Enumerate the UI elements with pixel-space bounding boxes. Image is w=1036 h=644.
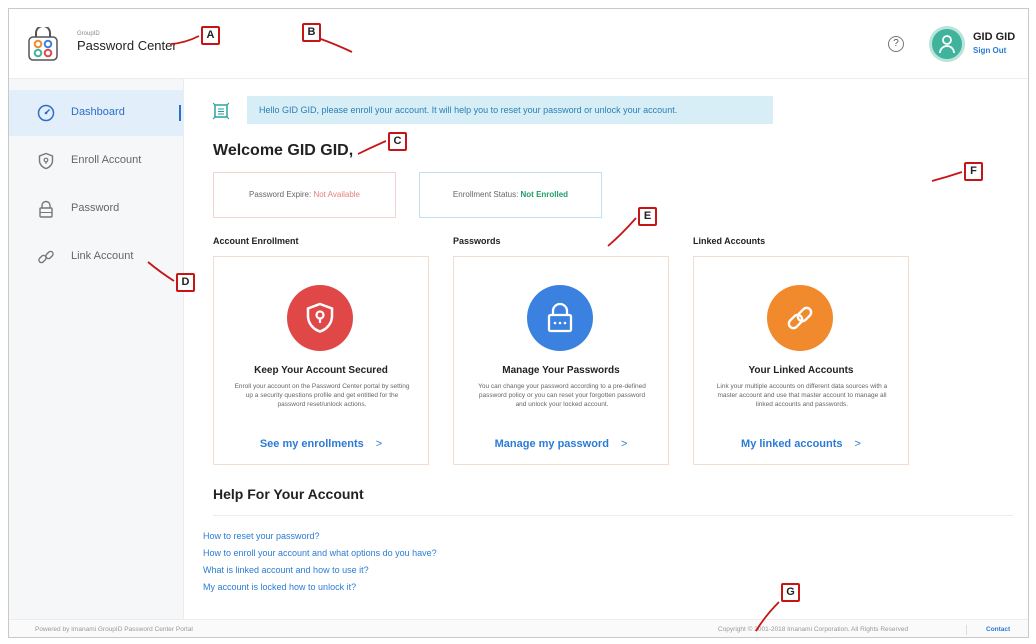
- callout-e: E: [638, 207, 657, 226]
- callout-d: D: [176, 273, 195, 292]
- callout-a: A: [201, 26, 220, 45]
- callout-c: C: [388, 132, 407, 151]
- callout-g: G: [781, 583, 800, 602]
- callout-leader-lines: [147, 35, 963, 632]
- callout-f: F: [964, 162, 983, 181]
- callout-b: B: [302, 23, 321, 42]
